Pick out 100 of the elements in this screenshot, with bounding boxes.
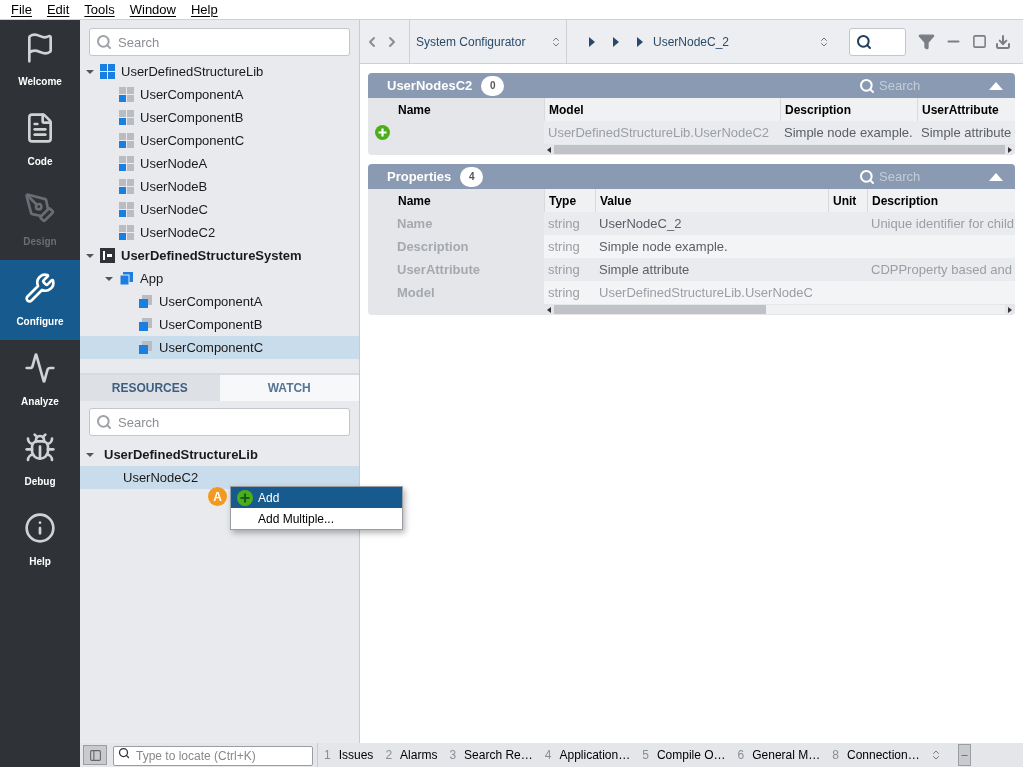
scroll-right-icon[interactable] [1008, 146, 1012, 153]
table-row[interactable]: Description string Simple node example. [368, 235, 1015, 258]
filter-icon[interactable] [918, 33, 935, 50]
triangle-icon [637, 36, 643, 47]
tree-item[interactable]: UserDefinedStructureSystem [80, 244, 359, 267]
bug-icon [24, 431, 56, 464]
nav-item[interactable]: Code [0, 100, 80, 180]
menu-item[interactable]: Add Multiple... [231, 508, 402, 529]
scroll-left-icon[interactable] [547, 146, 551, 153]
horizontal-scrollbar[interactable] [544, 304, 1015, 315]
add-icon[interactable] [375, 125, 390, 140]
output-tab[interactable]: 3 Search Re… [443, 743, 539, 767]
updown-icon [818, 35, 830, 48]
sidebar-toggle[interactable] [83, 745, 107, 765]
table-cell-text: string [548, 237, 580, 256]
section-title: UserNodesC2 [387, 76, 473, 95]
output-tab[interactable]: 1 Issues [318, 743, 380, 767]
table-cell-text: Description [397, 237, 469, 256]
nav-item[interactable]: Debug [0, 420, 80, 500]
table-cell-text: Simple node example. [784, 123, 913, 142]
tree-label: UserComponentB [159, 315, 263, 334]
column-header[interactable]: Name [398, 191, 431, 210]
tree-item[interactable]: UserNodeB [80, 175, 359, 198]
menu-item[interactable]: Tools [84, 0, 115, 20]
column-header[interactable]: Value [600, 191, 632, 210]
tree-item[interactable]: UserComponentC [80, 336, 359, 359]
table-row[interactable]: UserAttribute string Simple attribute CDPProperty based and [368, 258, 1015, 281]
tab[interactable]: RESOURCES [80, 375, 220, 401]
search-field[interactable]: Search [89, 28, 350, 56]
tree-item[interactable]: UserComponentB [80, 313, 359, 336]
count-badge: 0 [481, 75, 505, 96]
info-icon [24, 511, 56, 544]
scroll-left-icon[interactable] [547, 306, 551, 313]
menu-item[interactable]: Edit [46, 0, 70, 20]
add-icon [237, 489, 253, 506]
tree-item[interactable]: UserDefinedStructureLib [80, 443, 359, 466]
nav-item[interactable]: Help [0, 500, 80, 580]
search-icon [859, 168, 875, 185]
search-field[interactable] [849, 27, 906, 56]
table-cell-text: Simple attribute [599, 260, 690, 279]
tree-item[interactable]: UserNodeA [80, 152, 359, 175]
tree-item[interactable]: UserComponentC [80, 129, 359, 152]
output-tab[interactable]: 5 Compile O… [636, 743, 732, 767]
nav-item[interactable]: Welcome [0, 20, 80, 100]
column-header[interactable]: Model [549, 100, 584, 119]
activity-icon [24, 351, 56, 384]
grid-icon [119, 225, 134, 240]
horizontal-scrollbar[interactable] [544, 144, 1015, 155]
tree-item[interactable]: UserNodeC2 [80, 221, 359, 244]
output-tab[interactable]: 8 Connection… [826, 743, 926, 767]
search-field[interactable]: Search [879, 166, 989, 187]
search-field[interactable]: Search [89, 408, 350, 436]
nav-item[interactable]: Analyze [0, 340, 80, 420]
caret-down-icon[interactable] [86, 450, 94, 459]
tree-item[interactable]: UserComponentB [80, 106, 359, 129]
grid-icon [100, 64, 115, 79]
menu-item[interactable]: Add [231, 487, 402, 508]
caret-down-icon[interactable] [105, 274, 113, 283]
collapse-icon[interactable] [989, 81, 1003, 90]
column-header[interactable]: Name [398, 100, 431, 119]
window-icon[interactable] [972, 34, 987, 49]
output-tab[interactable]: 4 Application… [538, 743, 637, 767]
wrench-icon [24, 271, 56, 304]
pen-icon [24, 191, 56, 224]
tree-item[interactable]: App [80, 267, 359, 290]
locate-field[interactable]: Type to locate (Ctrl+K) [113, 746, 313, 766]
output-tab[interactable]: 6 General M… [731, 743, 827, 767]
tree-label: UserNodeC2 [140, 223, 216, 242]
tree-item[interactable]: UserComponentA [80, 290, 359, 313]
menu-item[interactable]: Help [190, 0, 218, 20]
tree-label: UserComponentC [159, 338, 264, 357]
collapse-icon[interactable] [989, 172, 1003, 181]
view-dropdown[interactable]: System Configurator [409, 20, 567, 63]
search-icon [96, 414, 112, 430]
tree-item[interactable]: UserNodeC [80, 198, 359, 221]
output-tab[interactable]: 2 Alarms [379, 743, 444, 767]
search-icon [96, 34, 112, 50]
table-cell-text: string [548, 214, 580, 233]
breadcrumb-dropdown[interactable]: UserNodeC_2 [567, 20, 837, 63]
grid-icon [119, 133, 134, 148]
search-field[interactable]: Search [879, 75, 989, 96]
caret-down-icon[interactable] [86, 251, 94, 260]
menu-item[interactable]: File [11, 0, 32, 20]
nav-item[interactable]: Configure [0, 260, 80, 340]
scroll-right-icon[interactable] [1008, 306, 1012, 313]
tree-item[interactable]: UserComponentA [80, 83, 359, 106]
minimize-button[interactable] [957, 744, 971, 766]
tree-item[interactable]: UserDefinedStructureLib [80, 60, 359, 83]
table-cell-text: Simple node example. [599, 237, 728, 256]
tab[interactable]: WATCH [219, 375, 359, 401]
table-row[interactable]: Name string UserNodeC_2 Unique identifier for child [368, 212, 1015, 235]
menu-item[interactable]: Window [129, 0, 176, 20]
tree-item[interactable]: UserNodeC2 [80, 466, 359, 489]
tree-label: UserDefinedStructureLib [104, 445, 258, 464]
table-cell-text: Model [397, 283, 435, 302]
download-icon[interactable] [995, 33, 1011, 50]
grid-icon [119, 110, 134, 125]
caret-down-icon[interactable] [86, 67, 94, 76]
table-row[interactable]: UserDefinedStructureLib.UserNodeC2 Simple node example. Simple attribute [368, 121, 1015, 144]
triangle-icon [589, 36, 595, 47]
